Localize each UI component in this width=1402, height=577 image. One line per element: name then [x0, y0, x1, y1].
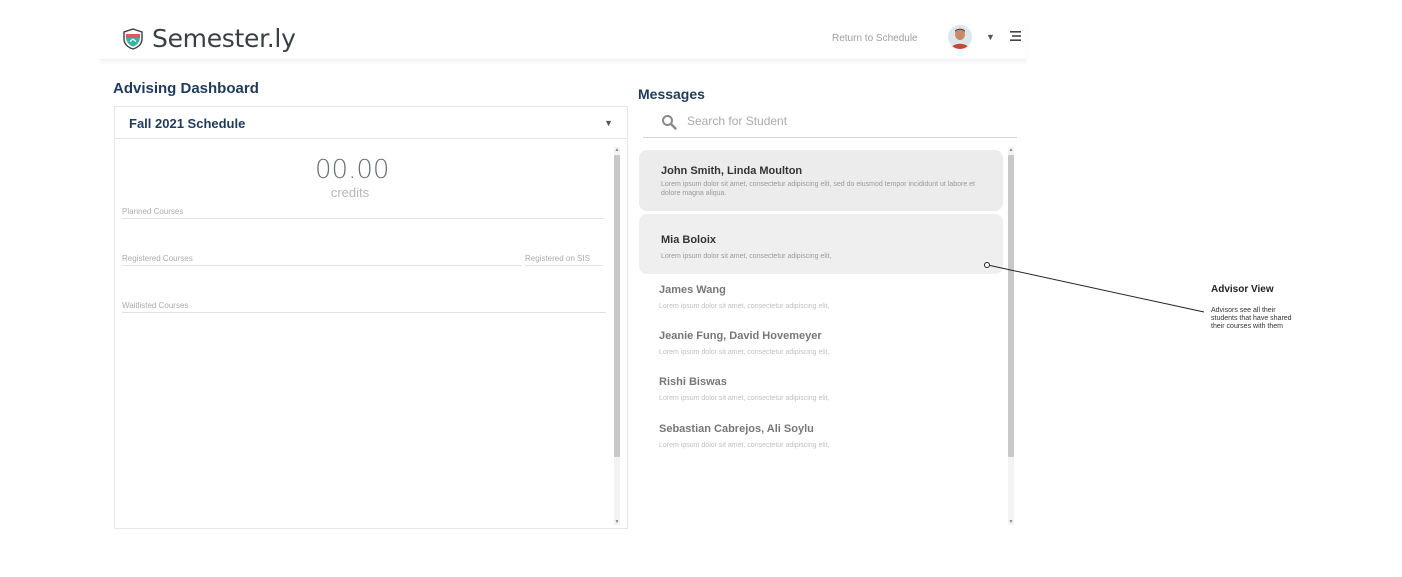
return-to-schedule-link[interactable]: Return to Schedule: [832, 33, 918, 44]
message-preview: Lorem ipsum dolor sit amet, consectetur …: [661, 181, 975, 197]
credits-value: 00.00: [315, 155, 390, 185]
dashboard-title: Advising Dashboard: [113, 80, 259, 97]
scrollbar-thumb[interactable]: [614, 155, 620, 457]
scroll-up-icon[interactable]: ▲: [1008, 147, 1014, 153]
message-preview: Lorem ipsum dolor sit amet, consectetur …: [659, 349, 830, 356]
sis-divider: [525, 265, 603, 266]
student-search[interactable]: [643, 108, 1017, 138]
avatar[interactable]: [948, 25, 972, 49]
message-item[interactable]: John Smith, Linda Moulton Lorem ipsum do…: [639, 150, 1003, 211]
message-preview: Lorem ipsum dolor sit amet, consectetur …: [659, 395, 830, 402]
message-sender: Sebastian Cabrejos, Ali Soylu: [659, 423, 814, 435]
scroll-down-icon[interactable]: ▼: [1008, 519, 1014, 525]
left-scrollbar[interactable]: ▲ ▼: [614, 147, 620, 525]
message-sender: Mia Boloix: [661, 234, 717, 246]
message-sender: Rishi Biswas: [659, 376, 727, 388]
message-item[interactable]: Jeanie Fung, David Hovemeyer Lorem ipsum…: [639, 328, 1003, 364]
annotation-title: Advisor View: [1211, 284, 1274, 295]
message-sender: Jeanie Fung, David Hovemeyer: [659, 330, 822, 342]
planned-courses-label: Planned Courses: [122, 207, 184, 216]
search-input[interactable]: [687, 114, 987, 128]
registered-on-sis-label: Registered on SIS: [525, 254, 590, 263]
registered-divider: [122, 265, 522, 266]
avatar-image: [948, 25, 972, 49]
messages-title: Messages: [638, 86, 705, 102]
message-item[interactable]: Mia Boloix Lorem ipsum dolor sit amet, c…: [639, 214, 1003, 274]
top-header: Semester.ly Return to Schedule ▼: [100, 18, 1026, 60]
message-item[interactable]: Sebastian Cabrejos, Ali Soylu Lorem ipsu…: [639, 421, 1003, 457]
message-sender: John Smith, Linda Moulton: [661, 165, 803, 177]
message-preview: Lorem ipsum dolor sit amet, consectetur …: [659, 442, 830, 449]
schedule-dropdown[interactable]: Fall 2021 Schedule ▼: [115, 107, 627, 139]
chevron-down-icon[interactable]: ▼: [604, 118, 613, 128]
callout-line: [989, 265, 1205, 313]
scrollbar-thumb[interactable]: [1008, 155, 1014, 457]
waitlisted-courses-label: Waitlisted Courses: [122, 301, 189, 310]
brand-name: Semester.ly: [152, 24, 296, 53]
brand-logo[interactable]: Semester.ly: [122, 24, 296, 53]
planned-divider: [122, 218, 604, 219]
message-preview: Lorem ipsum dolor sit amet, consectetur …: [661, 253, 832, 260]
waitlisted-divider: [122, 312, 606, 313]
messages-scrollbar[interactable]: ▲ ▼: [1008, 147, 1014, 525]
message-item[interactable]: Rishi Biswas Lorem ipsum dolor sit amet,…: [639, 374, 1003, 410]
scroll-down-icon[interactable]: ▼: [614, 519, 620, 525]
schedule-dropdown-label: Fall 2021 Schedule: [129, 116, 246, 131]
search-icon: [662, 115, 677, 130]
shield-logo-icon: [123, 27, 143, 50]
scroll-up-icon[interactable]: ▲: [614, 147, 620, 153]
message-preview: Lorem ipsum dolor sit amet, consectetur …: [659, 303, 830, 310]
registered-courses-label: Registered Courses: [122, 254, 193, 263]
menu-icon[interactable]: [1008, 29, 1022, 43]
credits-label: credits: [330, 185, 370, 200]
schedule-panel: Fall 2021 Schedule ▼ 00.00 credits Plann…: [114, 106, 628, 529]
message-sender: James Wang: [659, 284, 726, 296]
message-item[interactable]: James Wang Lorem ipsum dolor sit amet, c…: [639, 282, 1003, 318]
annotation-text: Advisors see all their students that hav…: [1211, 307, 1292, 330]
chevron-down-icon[interactable]: ▼: [986, 32, 995, 42]
